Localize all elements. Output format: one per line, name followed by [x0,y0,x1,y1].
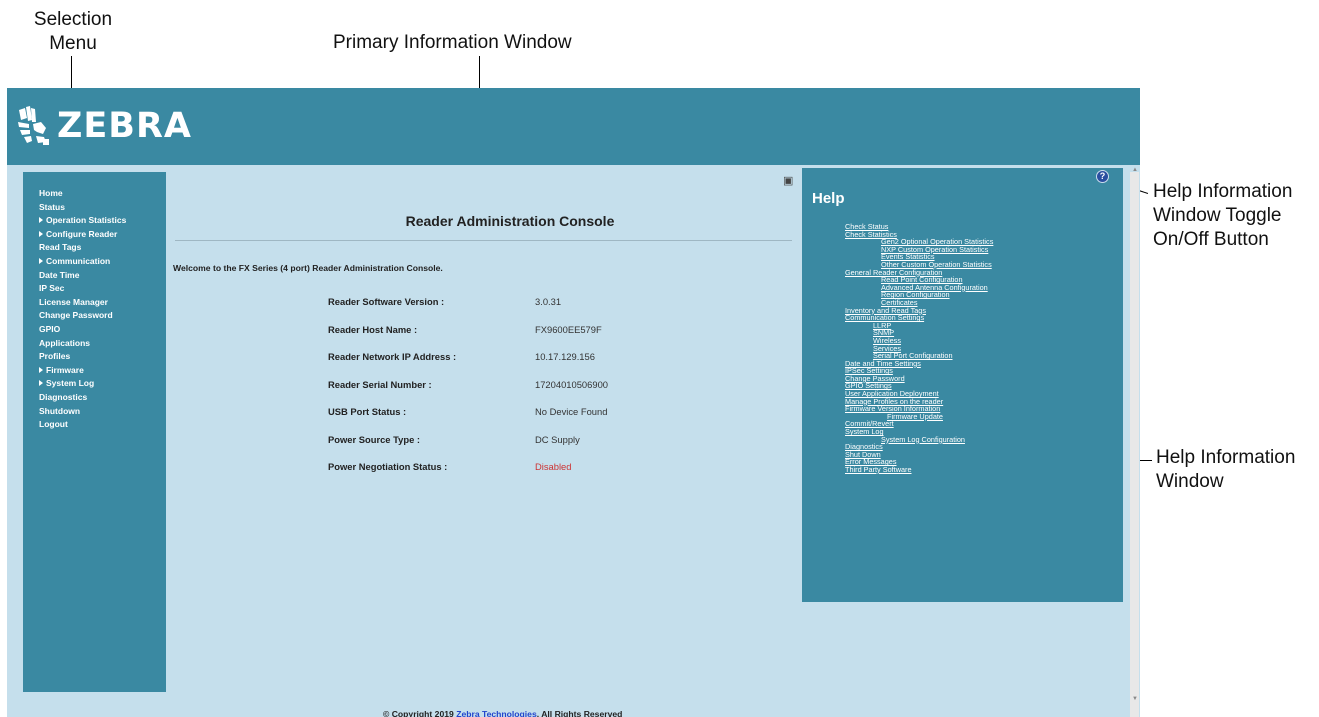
sidebar-item-logout[interactable]: Logout [23,418,166,432]
callout-primary-window: Primary Information Window [333,31,572,55]
sidebar-item-label: Home [39,188,63,198]
sidebar-item-label: License Manager [39,296,108,307]
sidebar-item-configure-reader[interactable]: Configure Reader [23,228,166,242]
callout-selection-menu-text: Selection Menu [33,9,113,54]
sidebar-item-label: IP Sec [39,283,65,294]
annotated-screenshot: Selection Menu Primary Information Windo… [0,0,1319,717]
sidebar-item-label: Status [39,201,65,212]
sidebar-item-profiles[interactable]: Profiles [23,350,166,364]
sidebar-item-firmware[interactable]: Firmware [23,364,166,378]
expand-arrow-icon [39,366,43,373]
copyright: © Copyright 2019 Zebra Technologies. All… [383,709,622,717]
info-value: No Device Found [535,406,608,417]
info-label: USB Port Status : [328,406,407,417]
sidebar-item-label: Read Tags [39,242,82,253]
sidebar-item-gpio[interactable]: GPIO [23,323,166,337]
callout-help-toggle-text: Help Information Window Toggle On/Off Bu… [1153,181,1293,250]
sidebar-item-change-password[interactable]: Change Password [23,309,166,323]
callout-help-window-text: Help Information Window [1156,447,1296,492]
zebra-head-icon [18,106,49,145]
expand-arrow-icon [39,257,43,264]
sidebar-item-label: Applications [39,337,91,348]
callout-selection-menu: Selection Menu [23,8,123,56]
selection-menu: Home Status Operation Statistics Configure … [23,172,166,692]
sidebar-item-label: Date Time [39,269,80,280]
sidebar-item-communication[interactable]: Communication [23,255,166,269]
help-link-list: Check Status Check Statistics Gen2 Optiona… [845,223,993,474]
callout-help-window: Help Information Window [1156,446,1296,494]
sidebar-item-label: Diagnostics [39,391,88,402]
sidebar-item-ip-sec[interactable]: IP Sec [23,282,166,296]
sidebar-item-applications[interactable]: Applications [23,337,166,351]
zebra-technologies-link[interactable]: Zebra Technologies [456,709,537,717]
info-label: Reader Software Version : [328,296,445,307]
sidebar-item-label: System Log [46,378,95,389]
help-link[interactable]: Wireless [845,337,993,345]
sidebar-item-label: Communication [46,255,111,266]
sidebar-item-label: Logout [39,419,68,430]
sidebar-item-label: Configure Reader [46,228,118,239]
sidebar-item-label: Change Password [39,310,113,321]
callout-primary-window-text: Primary Information Window [333,32,572,53]
info-value: FX9600EE579F [535,323,602,335]
page-title: Reader Administration Console [405,213,615,229]
save-icon[interactable]: ▣ [783,176,793,187]
expand-arrow-icon [39,230,43,237]
sidebar-item-label: GPIO [39,323,61,334]
help-question-icon: ? [1099,171,1106,181]
info-label: Power Source Type : [328,433,421,445]
help-link[interactable]: Communication Settings [845,314,993,322]
sidebar-item-operation-statistics[interactable]: Operation Statistics [23,214,166,228]
help-title: Help [812,190,845,207]
scroll-up-arrow-icon[interactable]: ▲ [1132,167,1138,173]
help-toggle-button[interactable]: ? [1096,170,1109,183]
info-label: Reader Serial Number : [328,378,432,390]
info-value: 3.0.31 [535,296,562,307]
help-link[interactable]: LLRP [845,322,993,330]
sidebar-item-label: Operation Statistics [46,215,127,226]
scrollbar[interactable] [1130,172,1139,717]
info-label: Power Negotiation Status : [328,461,448,472]
help-link[interactable]: Third Party Software [845,466,993,474]
sidebar-item-shutdown[interactable]: Shutdown [23,405,166,419]
logo-text: ZEBRA [57,106,193,146]
expand-arrow-icon [39,380,43,387]
info-value: 17204010506900 [535,378,608,390]
sidebar-item-date-time[interactable]: Date Time [23,269,166,283]
callout-help-toggle: Help Information Window Toggle On/Off Bu… [1153,180,1313,252]
sidebar-item-home[interactable]: Home [23,187,166,201]
scroll-down-arrow-icon[interactable]: ▼ [1132,696,1138,702]
zebra-logo[interactable]: ZEBRA [17,104,192,148]
sidebar-item-diagnostics[interactable]: Diagnostics [23,391,166,405]
info-value: 10.17.129.156 [535,351,595,362]
sidebar-item-license-manager[interactable]: License Manager [23,296,166,310]
copyright-suffix: . All Rights Reserved [536,709,623,717]
expand-arrow-icon [39,217,43,224]
sidebar-item-system-log[interactable]: System Log [23,377,166,391]
copyright-prefix: © Copyright 2019 [383,709,457,717]
help-link[interactable]: Region Configuration [845,291,993,299]
welcome-text: Welcome to the FX Series (4 port) Reader… [173,263,443,273]
header-bar: ZEBRA [7,88,1140,165]
sidebar-item-label: Profiles [39,351,71,362]
info-value: Disabled [535,461,572,472]
sidebar-item-read-tags[interactable]: Read Tags [23,241,166,255]
info-label: Reader Host Name : [328,323,418,335]
sidebar-item-label: Firmware [46,364,84,375]
sidebar-item-status[interactable]: Status [23,201,166,215]
help-link[interactable]: SNMP [845,329,993,337]
sidebar-item-label: Shutdown [39,405,81,416]
title-divider [175,240,792,241]
info-value: DC Supply [535,433,580,445]
info-label: Reader Network IP Address : [328,351,457,362]
